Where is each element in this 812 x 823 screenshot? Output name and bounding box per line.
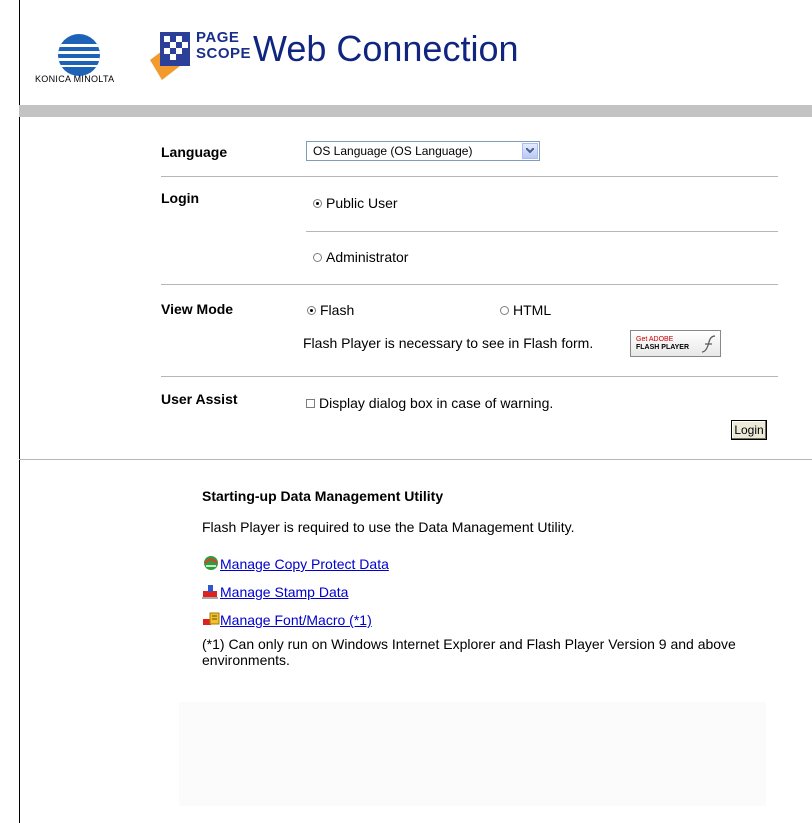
utility-description: Flash Player is required to use the Data… <box>202 519 575 535</box>
language-select-value: OS Language (OS Language) <box>313 144 473 158</box>
get-flash-player-badge[interactable]: Get ADOBE FLASH PLAYER <box>630 330 721 357</box>
link-row-stamp[interactable]: Manage Stamp Data <box>202 582 348 600</box>
page-frame <box>19 0 812 823</box>
divider <box>161 284 778 285</box>
content-placeholder-panel <box>179 702 766 806</box>
radio-public-user[interactable]: Public User <box>313 195 398 211</box>
manage-copy-protect-link[interactable]: Manage Copy Protect Data <box>220 556 389 572</box>
radio-administrator[interactable]: Administrator <box>313 249 408 265</box>
pagescope-wordmark: PAGE SCOPE <box>196 29 252 62</box>
manage-font-macro-link[interactable]: Manage Font/Macro (*1) <box>220 612 372 628</box>
login-label: Login <box>161 190 200 206</box>
section-divider <box>19 459 812 460</box>
divider <box>161 176 778 177</box>
link-row-font-macro[interactable]: Manage Font/Macro (*1) <box>202 610 372 628</box>
chevron-down-icon[interactable] <box>522 143 538 159</box>
radio-unselected-icon[interactable] <box>500 306 509 315</box>
app-title: Web Connection <box>253 28 519 69</box>
divider <box>161 376 778 377</box>
language-select[interactable]: OS Language (OS Language) <box>306 141 540 161</box>
stamp-icon <box>202 585 218 599</box>
brand-name: KONICA MINOLTA <box>35 74 115 84</box>
link-row-copy-protect[interactable]: Manage Copy Protect Data <box>202 554 389 572</box>
radio-unselected-icon[interactable] <box>313 253 322 262</box>
checkbox-icon[interactable] <box>306 399 315 408</box>
header-divider-bar <box>19 105 812 117</box>
font-macro-icon <box>203 612 220 625</box>
manage-stamp-link[interactable]: Manage Stamp Data <box>220 584 348 600</box>
copy-protect-icon <box>204 556 218 570</box>
radio-selected-icon[interactable] <box>313 199 322 208</box>
language-label: Language <box>161 144 228 160</box>
utility-footnote: (*1) Can only run on Windows Internet Ex… <box>202 636 736 668</box>
radio-html[interactable]: HTML <box>500 302 551 318</box>
user-assist-label: User Assist <box>161 391 238 407</box>
warning-dialog-checkbox[interactable]: Display dialog box in case of warning. <box>306 395 553 411</box>
utility-title: Starting-up Data Management Utility <box>202 488 444 504</box>
pagescope-logo-icon <box>150 32 190 80</box>
divider <box>306 231 778 232</box>
radio-selected-icon[interactable] <box>307 306 316 315</box>
view-mode-label: View Mode <box>161 301 234 317</box>
login-button[interactable]: Login <box>731 420 767 440</box>
flash-f-icon <box>701 335 716 353</box>
flash-note: Flash Player is necessary to see in Flas… <box>303 335 594 351</box>
radio-flash[interactable]: Flash <box>307 302 354 318</box>
